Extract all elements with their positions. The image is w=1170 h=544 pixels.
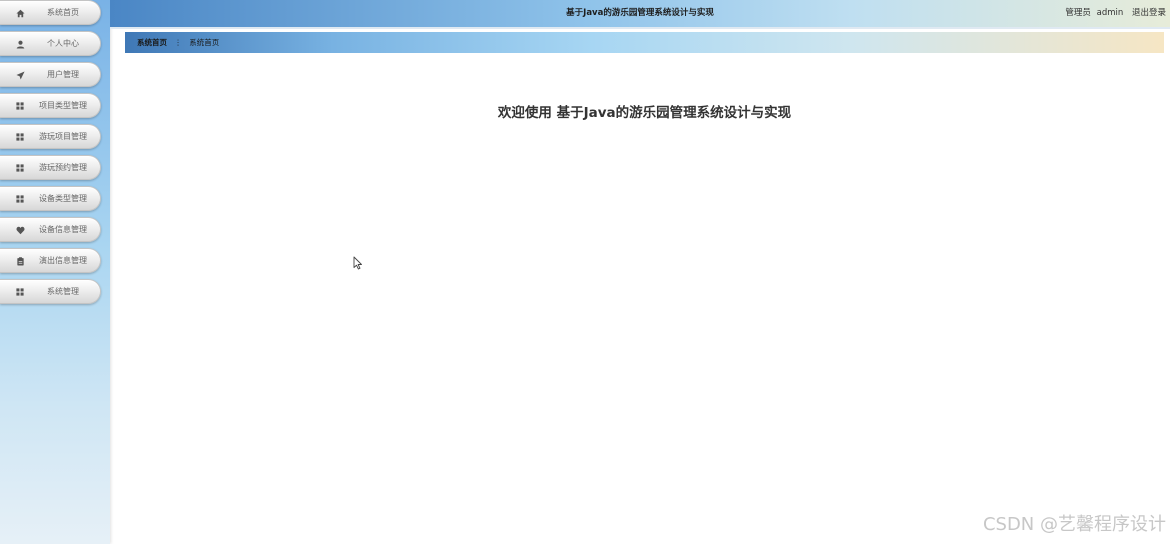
sidebar-item-label: 设备信息管理	[39, 225, 87, 234]
sidebar-item-user-management[interactable]: 用户管理	[0, 62, 101, 87]
sidebar: 系统首页 个人中心 用户管理 项目类型管理 游玩项目管理 游玩预约管理 设备类型…	[0, 0, 110, 544]
sidebar-item-reservation-management[interactable]: 游玩预约管理	[0, 155, 101, 180]
app-title: 基于Java的游乐园管理系统设计与实现	[566, 8, 714, 18]
grid-icon	[14, 286, 26, 298]
username: admin	[1096, 8, 1124, 18]
sidebar-item-label: 设备类型管理	[39, 194, 87, 203]
welcome-heading: 欢迎使用 基于Java的游乐园管理系统设计与实现	[497, 105, 792, 121]
sidebar-item-label: 项目类型管理	[39, 101, 87, 110]
grid-icon	[14, 100, 26, 112]
sidebar-item-ride-management[interactable]: 游玩项目管理	[0, 124, 101, 149]
user-icon	[14, 38, 26, 50]
breadcrumb-current: 系统首页	[189, 38, 220, 47]
sidebar-item-label: 系统管理	[47, 287, 79, 296]
sidebar-item-home[interactable]: 系统首页	[0, 0, 101, 25]
user-role: 管理员	[1065, 8, 1091, 18]
sidebar-item-label: 系统首页	[47, 8, 79, 17]
breadcrumb: 系统首页 ⋮ 系统首页	[125, 32, 1164, 53]
grid-icon	[14, 193, 26, 205]
sidebar-item-label: 游玩预约管理	[39, 163, 87, 172]
top-header: 基于Java的游乐园管理系统设计与实现 管理员 admin 退出登录	[110, 0, 1170, 29]
sidebar-item-personal-center[interactable]: 个人中心	[0, 31, 101, 56]
heart-icon	[14, 224, 26, 236]
logout-link[interactable]: 退出登录	[1132, 8, 1166, 18]
user-info: 管理员 admin 退出登录	[1065, 0, 1166, 27]
sidebar-item-equipment-type-management[interactable]: 设备类型管理	[0, 186, 101, 211]
sidebar-item-project-type-management[interactable]: 项目类型管理	[0, 93, 101, 118]
clipboard-icon	[14, 255, 26, 267]
sidebar-item-system-management[interactable]: 系统管理	[0, 279, 101, 304]
breadcrumb-home[interactable]: 系统首页	[137, 38, 167, 47]
grid-icon	[14, 131, 26, 143]
sidebar-item-equipment-info-management[interactable]: 设备信息管理	[0, 217, 101, 242]
watermark: CSDN @艺馨程序设计	[982, 514, 1166, 535]
mouse-cursor-icon	[353, 255, 363, 270]
sidebar-item-label: 个人中心	[47, 39, 79, 48]
home-icon	[14, 7, 26, 19]
sidebar-item-label: 用户管理	[47, 70, 79, 79]
breadcrumb-separator: ⋮	[174, 38, 182, 47]
sidebar-item-label: 游玩项目管理	[39, 132, 87, 141]
send-icon	[14, 69, 26, 81]
grid-icon	[14, 162, 26, 174]
sidebar-item-label: 演出信息管理	[39, 256, 87, 265]
sidebar-item-show-info-management[interactable]: 演出信息管理	[0, 248, 101, 273]
